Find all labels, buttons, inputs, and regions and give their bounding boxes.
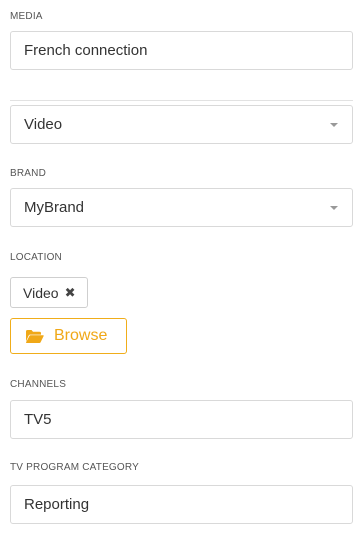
- location-tag-label: Video: [23, 284, 59, 301]
- section-divider: [10, 100, 353, 101]
- browse-label: Browse: [54, 327, 108, 344]
- channels-input[interactable]: [24, 411, 352, 428]
- caret-down-icon: [330, 205, 338, 210]
- channels-field[interactable]: [10, 400, 353, 439]
- brand-label: BRAND: [10, 168, 47, 179]
- brand-select[interactable]: MyBrand: [10, 188, 353, 227]
- folder-open-icon: [26, 329, 44, 343]
- location-tag: Video ✖: [10, 277, 89, 308]
- close-icon[interactable]: ✖: [65, 285, 76, 301]
- tv-program-category-label: TV PROGRAM CATEGORY: [10, 462, 140, 473]
- channels-label: CHANNELS: [10, 379, 67, 390]
- media-input[interactable]: [24, 42, 352, 59]
- brand-selected: MyBrand: [24, 199, 85, 216]
- location-label: LOCATION: [10, 252, 62, 263]
- media-label: MEDIA: [10, 11, 43, 22]
- media-field[interactable]: [10, 31, 353, 70]
- media-type-select[interactable]: Video: [10, 105, 353, 144]
- browse-button[interactable]: Browse: [10, 318, 127, 354]
- caret-down-icon: [330, 122, 338, 127]
- tv-program-category-field[interactable]: [10, 485, 353, 524]
- media-type-selected: Video: [24, 116, 63, 133]
- tv-program-category-input[interactable]: [24, 496, 352, 513]
